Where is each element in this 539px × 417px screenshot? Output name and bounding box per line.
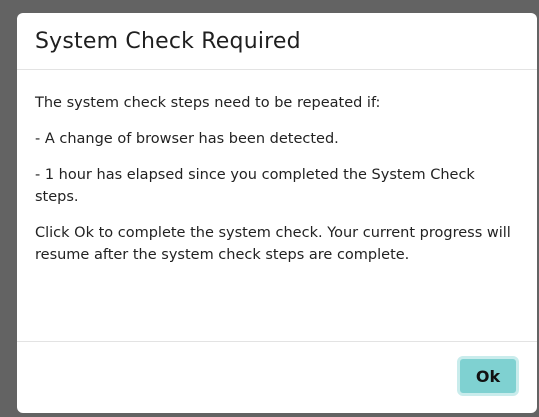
- dialog-title: System Check Required: [35, 28, 301, 54]
- instructions-text: Click Ok to complete the system check. Y…: [35, 225, 511, 263]
- ok-button[interactable]: Ok: [457, 356, 519, 396]
- dialog-header: System Check Required: [17, 13, 537, 70]
- browser-change-condition: - A change of browser has been detected.: [35, 131, 339, 147]
- dialog-body: The system check steps need to be repeat…: [17, 70, 537, 342]
- dialog-footer: Ok: [17, 342, 537, 412]
- time-elapsed-condition: - 1 hour has elapsed since you completed…: [35, 167, 475, 205]
- system-check-dialog: System Check Required The system check s…: [17, 13, 537, 413]
- intro-text: The system check steps need to be repeat…: [35, 95, 381, 111]
